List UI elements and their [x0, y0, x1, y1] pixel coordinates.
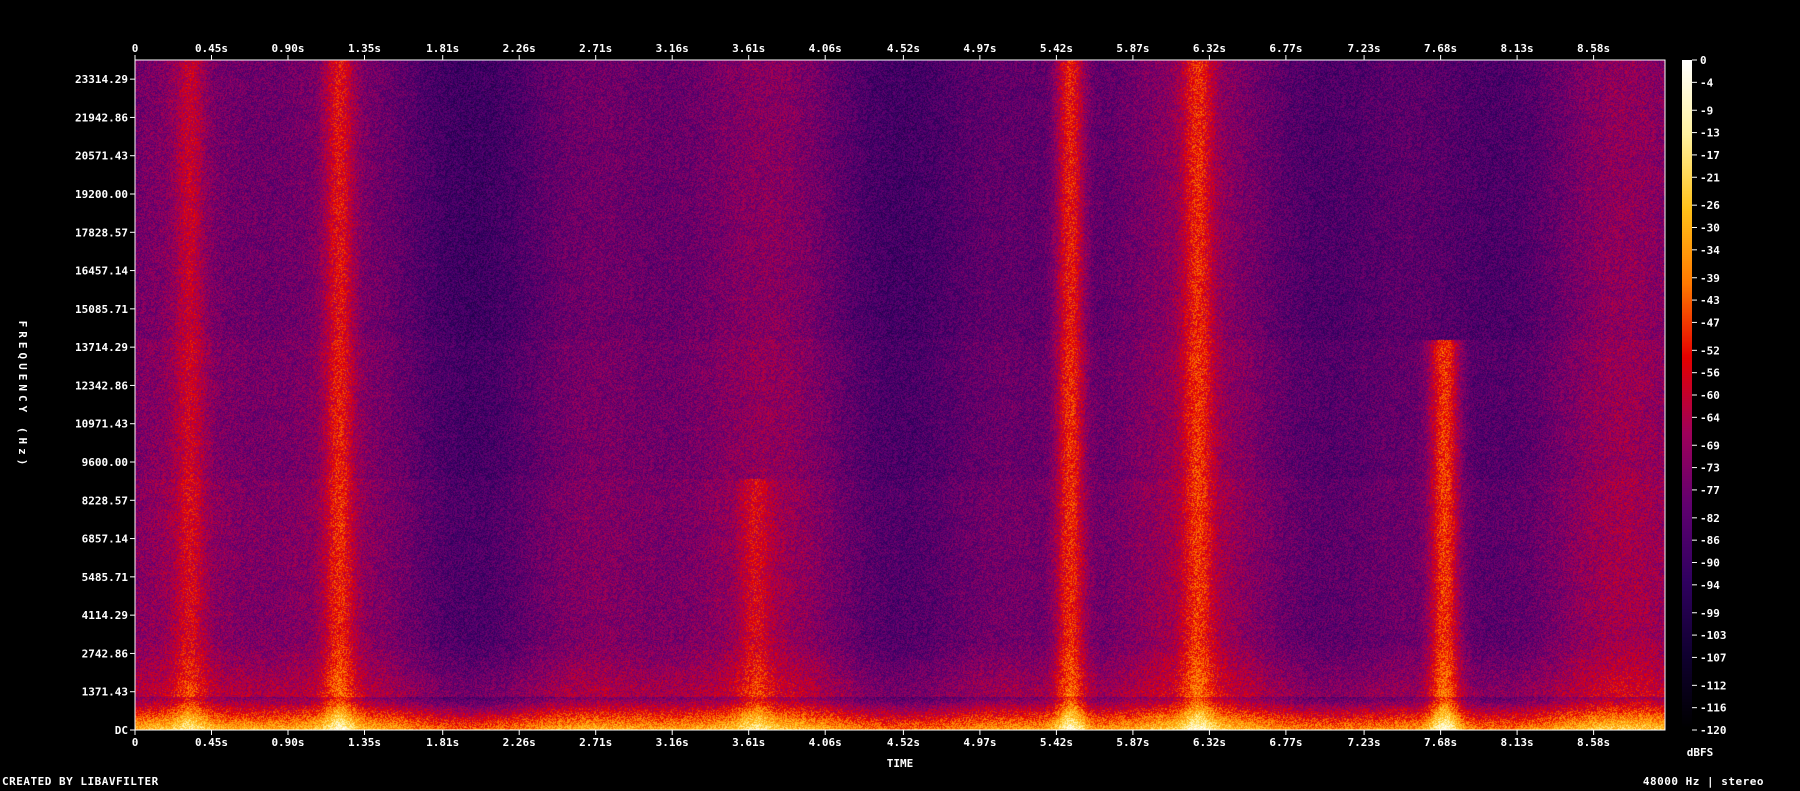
x-tick-label-bottom: 8.13s	[1501, 736, 1534, 749]
y-axis: DC 1371.43 2742.86 4114.29 5485.71 6857.14 822…	[75, 73, 135, 737]
x-tick-label-bottom: 8.58s	[1577, 736, 1610, 749]
y-tick-label: 16457.14	[75, 265, 128, 278]
x-tick-label-bottom: 7.68s	[1424, 736, 1457, 749]
x-tick-label-top: 5.87s	[1116, 42, 1149, 55]
y-tick-label: 12342.86	[75, 379, 128, 392]
colorbar-tick-label: -21	[1700, 171, 1720, 184]
y-tick-label: 21942.86	[75, 111, 128, 124]
credit-text: CREATED BY LIBAVFILTER	[2, 775, 159, 788]
x-tick-label-bottom: 5.87s	[1116, 736, 1149, 749]
x-tick-label-top: 3.61s	[732, 42, 765, 55]
x-tick-label-bottom: 0	[132, 736, 139, 749]
colorbar-tick-label: -77	[1700, 484, 1720, 497]
x-tick-label-top: 4.52s	[887, 42, 920, 55]
colorbar-tick-label: -112	[1700, 679, 1727, 692]
y-tick-label: 1371.43	[82, 686, 128, 699]
x-tick-label-bottom: 0.45s	[195, 736, 228, 749]
x-tick-label-top: 0.90s	[271, 42, 304, 55]
colorbar-tick-label: -99	[1700, 607, 1720, 620]
x-tick-label-bottom: 4.97s	[963, 736, 996, 749]
colorbar-tick-label: -4	[1700, 76, 1714, 89]
y-tick-label: 13714.29	[75, 341, 128, 354]
x-tick-label-top: 5.42s	[1040, 42, 1073, 55]
x-axis-bottom: 0 0.45s 0.90s 1.35s 1.81s 2.26s 2.71s 3.16s 3.61…	[132, 730, 1610, 749]
x-tick-label-bottom: 4.52s	[887, 736, 920, 749]
x-tick-label-top: 2.71s	[579, 42, 612, 55]
y-tick-label: 6857.14	[82, 533, 129, 546]
y-axis-label: FREQUENCY (Hz)	[16, 321, 29, 470]
colorbar-tick-label: -9	[1700, 104, 1713, 117]
x-tick-label-bottom: 2.71s	[579, 736, 612, 749]
x-tick-label-bottom: 0.90s	[271, 736, 304, 749]
x-tick-label-bottom: 2.26s	[503, 736, 536, 749]
colorbar-tick-label: -107	[1700, 651, 1727, 664]
colorbar-tick-label: -120	[1700, 724, 1727, 737]
x-tick-label-top: 4.97s	[963, 42, 996, 55]
x-tick-label-bottom: 6.77s	[1269, 736, 1302, 749]
x-tick-label-top: 2.26s	[503, 42, 536, 55]
colorbar-tick-label: -103	[1700, 629, 1727, 642]
colorbar-axis: 0 -4 -9 -13 -17 -21 -26 -30 -34 -39 -43 -47 -52 -56 -6…	[1692, 54, 1727, 737]
x-tick-label-bottom: 3.16s	[656, 736, 689, 749]
x-tick-label-top: 6.32s	[1193, 42, 1226, 55]
x-tick-label-top: 0.45s	[195, 42, 228, 55]
y-tick-label: 23314.29	[75, 73, 128, 86]
x-tick-label-bottom: 1.81s	[426, 736, 459, 749]
colorbar-tick-label: -94	[1700, 579, 1720, 592]
colorbar-tick-label: -52	[1700, 344, 1720, 357]
colorbar-tick-label: -90	[1700, 557, 1720, 570]
y-tick-label: 17828.57	[75, 226, 128, 239]
y-tick-label: 15085.71	[75, 303, 128, 316]
x-tick-label-bottom: 6.32s	[1193, 736, 1226, 749]
x-tick-label-top: 3.16s	[656, 42, 689, 55]
y-tick-label: 8228.57	[82, 494, 128, 507]
x-tick-label-top: 8.58s	[1577, 42, 1610, 55]
colorbar-tick-label: 0	[1700, 54, 1707, 67]
x-tick-label-top: 7.68s	[1424, 42, 1457, 55]
colorbar-tick-label: -56	[1700, 367, 1720, 380]
x-tick-label-bottom: 1.35s	[348, 736, 381, 749]
x-tick-label-top: 8.13s	[1501, 42, 1534, 55]
colorbar-tick-label: -69	[1700, 439, 1720, 452]
y-tick-label: 10971.43	[75, 418, 128, 431]
colorbar-tick-label: -60	[1700, 389, 1720, 402]
colorbar-tick-label: -64	[1700, 411, 1720, 424]
colorbar-gradient	[1682, 60, 1692, 730]
x-tick-label-bottom: 7.23s	[1348, 736, 1381, 749]
y-tick-label: DC	[115, 724, 128, 737]
x-axis-label: TIME	[887, 757, 914, 770]
colorbar-tick-label: -86	[1700, 534, 1720, 547]
x-tick-label-top: 6.77s	[1269, 42, 1302, 55]
x-tick-label-top: 1.35s	[348, 42, 381, 55]
colorbar-tick-label: -43	[1700, 294, 1720, 307]
colorbar-tick-label: -17	[1700, 149, 1720, 162]
colorbar-tick-label: -116	[1700, 702, 1727, 715]
colorbar-tick-label: -13	[1700, 127, 1720, 140]
colorbar-tick-label: -73	[1700, 462, 1720, 475]
colorbar-tick-label: -47	[1700, 316, 1720, 329]
x-axis-top: 0 0.45s 0.90s 1.35s 1.81s 2.26s 2.71s 3.16s 3.61…	[132, 42, 1610, 60]
spectrogram-chart: 0 0.45s 0.90s 1.35s 1.81s 2.26s 2.71s 3.16s 3.61…	[16, 42, 1727, 770]
y-tick-label: 4114.29	[82, 609, 128, 622]
colorbar-label: dBFS	[1687, 746, 1714, 759]
x-tick-label-top: 0	[132, 42, 139, 55]
spectrogram-image	[135, 60, 1665, 730]
colorbar-tick-label: -26	[1700, 199, 1720, 212]
y-tick-label: 9600.00	[82, 456, 128, 469]
y-tick-label: 2742.86	[82, 647, 129, 660]
colorbar-tick-label: -30	[1700, 222, 1720, 235]
x-tick-label-bottom: 3.61s	[732, 736, 765, 749]
colorbar-tick-label: -39	[1700, 272, 1720, 285]
y-tick-label: 5485.71	[82, 571, 129, 584]
x-tick-label-bottom: 5.42s	[1040, 736, 1073, 749]
x-tick-label-top: 1.81s	[426, 42, 459, 55]
colorbar-tick-label: -82	[1700, 512, 1720, 525]
y-tick-label: 20571.43	[75, 150, 128, 163]
y-tick-label: 19200.00	[75, 188, 128, 201]
colorbar-tick-label: -34	[1700, 244, 1720, 257]
audio-info-text: 48000 Hz | stereo	[1642, 775, 1764, 788]
x-tick-label-top: 4.06s	[809, 42, 842, 55]
x-tick-label-bottom: 4.06s	[809, 736, 842, 749]
x-tick-label-top: 7.23s	[1348, 42, 1381, 55]
